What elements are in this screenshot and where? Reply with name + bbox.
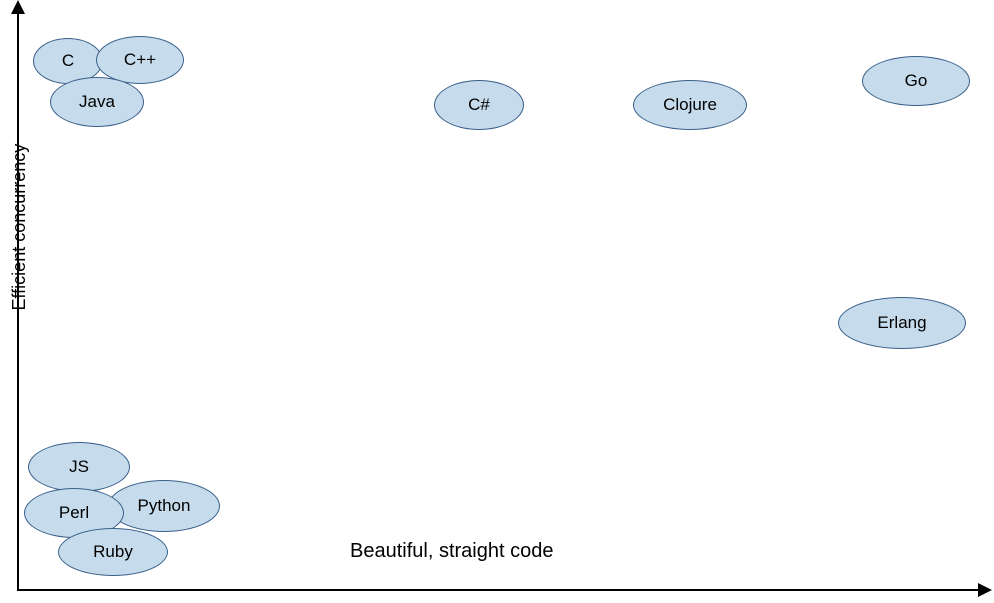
bubble-label: Clojure (663, 95, 717, 115)
bubble-ruby: Ruby (58, 528, 168, 576)
x-axis-arrow-icon (978, 583, 992, 597)
y-axis-arrow-icon (11, 0, 25, 14)
bubble-label: Java (79, 92, 115, 112)
bubble-cpp: C++ (96, 36, 184, 84)
bubble-go: Go (862, 56, 970, 106)
x-axis-line (17, 589, 985, 591)
bubble-label: Ruby (93, 542, 133, 562)
bubble-label: C++ (124, 50, 156, 70)
x-axis-label: Beautiful, straight code (350, 540, 553, 563)
bubble-label: Erlang (877, 313, 926, 333)
bubble-label: Go (905, 71, 928, 91)
y-axis-label: Efficient concurrency (9, 144, 30, 311)
bubble-label: Python (138, 496, 191, 516)
bubble-label: JS (69, 457, 89, 477)
bubble-label: Perl (59, 503, 89, 523)
bubble-python: Python (108, 480, 220, 532)
bubble-label: C (62, 51, 74, 71)
scatter-chart: Efficient concurrency Beautiful, straigh… (0, 0, 994, 603)
bubble-csharp: C# (434, 80, 524, 130)
bubble-label: C# (468, 95, 490, 115)
bubble-java: Java (50, 77, 144, 127)
bubble-clojure: Clojure (633, 80, 747, 130)
bubble-js: JS (28, 442, 130, 492)
bubble-erlang: Erlang (838, 297, 966, 349)
